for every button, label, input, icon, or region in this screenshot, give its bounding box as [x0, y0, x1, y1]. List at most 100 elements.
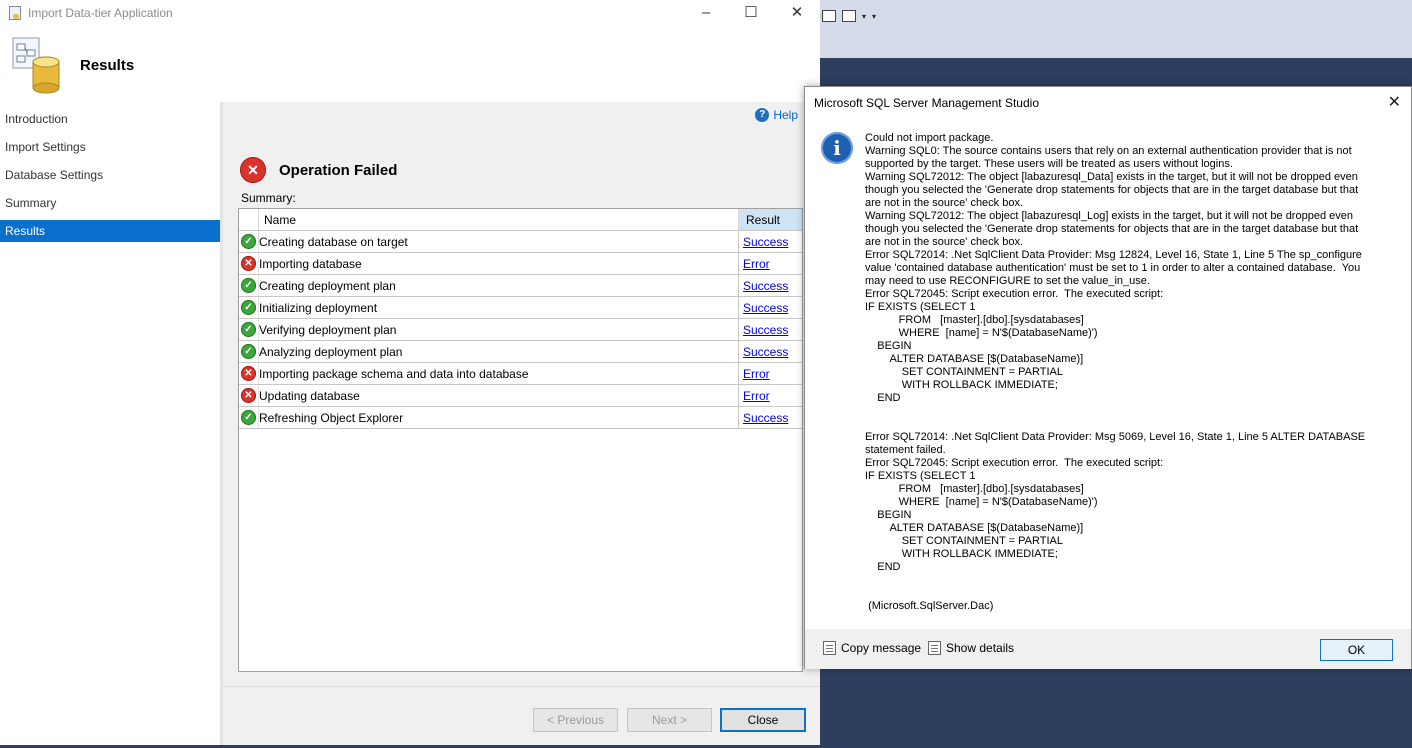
- error-circle-icon: ✕: [241, 256, 256, 271]
- result-link[interactable]: Success: [743, 411, 788, 425]
- column-header-name[interactable]: Name: [259, 209, 739, 230]
- show-details-button[interactable]: Show details: [928, 641, 1014, 655]
- row-name: Refreshing Object Explorer: [259, 407, 739, 428]
- error-message-dialog: Microsoft SQL Server Management Studio ✕…: [804, 86, 1412, 669]
- table-row[interactable]: ✓ Verifying deployment plan Success: [239, 319, 802, 341]
- maximize-icon[interactable]: ☐: [729, 2, 773, 26]
- results-table: Name Result ✓ Creating database on target…: [238, 208, 803, 672]
- result-link[interactable]: Error: [743, 257, 770, 271]
- table-row[interactable]: ✕ Updating database Error: [239, 385, 802, 407]
- table-row[interactable]: ✓ Initializing deployment Success: [239, 297, 802, 319]
- error-circle-icon: ✕: [240, 157, 266, 183]
- copy-message-label: Copy message: [841, 641, 922, 655]
- nav-item-database-settings[interactable]: Database Settings: [0, 164, 220, 186]
- row-name: Creating database on target: [259, 231, 739, 252]
- row-status-cell: ✓: [239, 319, 259, 340]
- check-circle-icon: ✓: [241, 300, 256, 315]
- wizard-nav: Introduction Import Settings Database Se…: [0, 102, 220, 745]
- page-title: Results: [80, 57, 135, 74]
- dropdown-caret-icon[interactable]: ▾: [862, 12, 866, 21]
- row-status-cell: ✕: [239, 253, 259, 274]
- table-header: Name Result: [239, 209, 802, 231]
- row-result-cell: Error: [739, 385, 802, 406]
- row-result-cell: Success: [739, 341, 802, 362]
- information-icon: i: [821, 132, 853, 164]
- row-result-cell: Success: [739, 275, 802, 296]
- dialog-title: Microsoft SQL Server Management Studio: [814, 96, 1039, 110]
- window-title: Import Data-tier Application: [28, 6, 173, 20]
- close-icon[interactable]: ✕: [775, 2, 819, 26]
- column-header-result[interactable]: Result: [739, 209, 802, 230]
- row-name: Verifying deployment plan: [259, 319, 739, 340]
- close-icon[interactable]: ✕: [1388, 92, 1401, 112]
- operation-status: ✕ Operation Failed: [240, 157, 397, 183]
- table-row[interactable]: ✓ Refreshing Object Explorer Success: [239, 407, 802, 429]
- row-name: Updating database: [259, 385, 739, 406]
- error-circle-icon: ✕: [241, 366, 256, 381]
- result-link[interactable]: Error: [743, 389, 770, 403]
- row-name: Analyzing deployment plan: [259, 341, 739, 362]
- dialog-titlebar[interactable]: Microsoft SQL Server Management Studio ✕: [805, 87, 1411, 117]
- table-row[interactable]: ✓ Creating deployment plan Success: [239, 275, 802, 297]
- result-link[interactable]: Error: [743, 367, 770, 381]
- row-status-cell: ✓: [239, 341, 259, 362]
- result-link[interactable]: Success: [743, 279, 788, 293]
- help-link[interactable]: ? Help: [755, 108, 798, 122]
- check-circle-icon: ✓: [241, 410, 256, 425]
- row-result-cell: Success: [739, 407, 802, 428]
- dialog-body: i Could not import package. Warning SQL0…: [805, 117, 1411, 629]
- row-status-cell: ✕: [239, 385, 259, 406]
- details-icon: [928, 641, 941, 655]
- error-circle-icon: ✕: [241, 388, 256, 403]
- terminal-icon[interactable]: [842, 10, 856, 22]
- overflow-icon[interactable]: ▾: [872, 12, 876, 21]
- app-icon: [9, 6, 21, 20]
- table-row[interactable]: ✓ Creating database on target Success: [239, 231, 802, 253]
- row-name: Importing database: [259, 253, 739, 274]
- nav-item-results[interactable]: Results: [0, 220, 220, 242]
- help-icon: ?: [755, 108, 770, 122]
- check-circle-icon: ✓: [241, 344, 256, 359]
- nav-item-introduction[interactable]: Introduction: [0, 108, 220, 130]
- wizard-header: Results: [0, 28, 820, 102]
- check-circle-icon: ✓: [241, 234, 256, 249]
- show-details-label: Show details: [946, 641, 1015, 655]
- ssms-toolbar: ▾ ▾: [820, 0, 1412, 58]
- result-link[interactable]: Success: [743, 323, 788, 337]
- database-icon: [12, 37, 60, 94]
- result-link[interactable]: Success: [743, 345, 788, 359]
- grid-icon[interactable]: [822, 10, 836, 22]
- previous-button[interactable]: < Previous: [533, 708, 618, 732]
- wizard-titlebar[interactable]: Import Data-tier Application – ☐ ✕: [0, 0, 820, 28]
- button-bar-divider: [223, 686, 820, 687]
- next-button[interactable]: Next >: [627, 708, 712, 732]
- result-link[interactable]: Success: [743, 235, 788, 249]
- row-status-cell: ✓: [239, 297, 259, 318]
- row-name: Creating deployment plan: [259, 275, 739, 296]
- copy-message-button[interactable]: Copy message: [823, 641, 921, 655]
- row-status-cell: ✕: [239, 363, 259, 384]
- table-row[interactable]: ✓ Analyzing deployment plan Success: [239, 341, 802, 363]
- close-button[interactable]: Close: [720, 708, 806, 732]
- column-header-status[interactable]: [239, 209, 259, 230]
- row-result-cell: Success: [739, 319, 802, 340]
- copy-icon: [823, 641, 836, 655]
- row-result-cell: Success: [739, 297, 802, 318]
- nav-item-summary[interactable]: Summary: [0, 192, 220, 214]
- minimize-icon[interactable]: –: [684, 2, 728, 26]
- result-link[interactable]: Success: [743, 301, 788, 315]
- ok-button[interactable]: OK: [1320, 639, 1393, 661]
- row-status-cell: ✓: [239, 407, 259, 428]
- nav-item-import-settings[interactable]: Import Settings: [0, 136, 220, 158]
- table-row[interactable]: ✕ Importing package schema and data into …: [239, 363, 802, 385]
- row-result-cell: Error: [739, 253, 802, 274]
- dialog-footer: Copy message Show details OK: [805, 629, 1411, 669]
- import-wizard-window: Import Data-tier Application – ☐ ✕ Resul…: [0, 0, 820, 745]
- check-circle-icon: ✓: [241, 278, 256, 293]
- table-body: ✓ Creating database on target Success ✕ Impo…: [239, 231, 802, 429]
- table-row[interactable]: ✕ Importing database Error: [239, 253, 802, 275]
- results-panel: ? Help ✕ Operation Failed Summary: Name …: [223, 102, 820, 745]
- row-result-cell: Error: [739, 363, 802, 384]
- row-status-cell: ✓: [239, 231, 259, 252]
- row-name: Initializing deployment: [259, 297, 739, 318]
